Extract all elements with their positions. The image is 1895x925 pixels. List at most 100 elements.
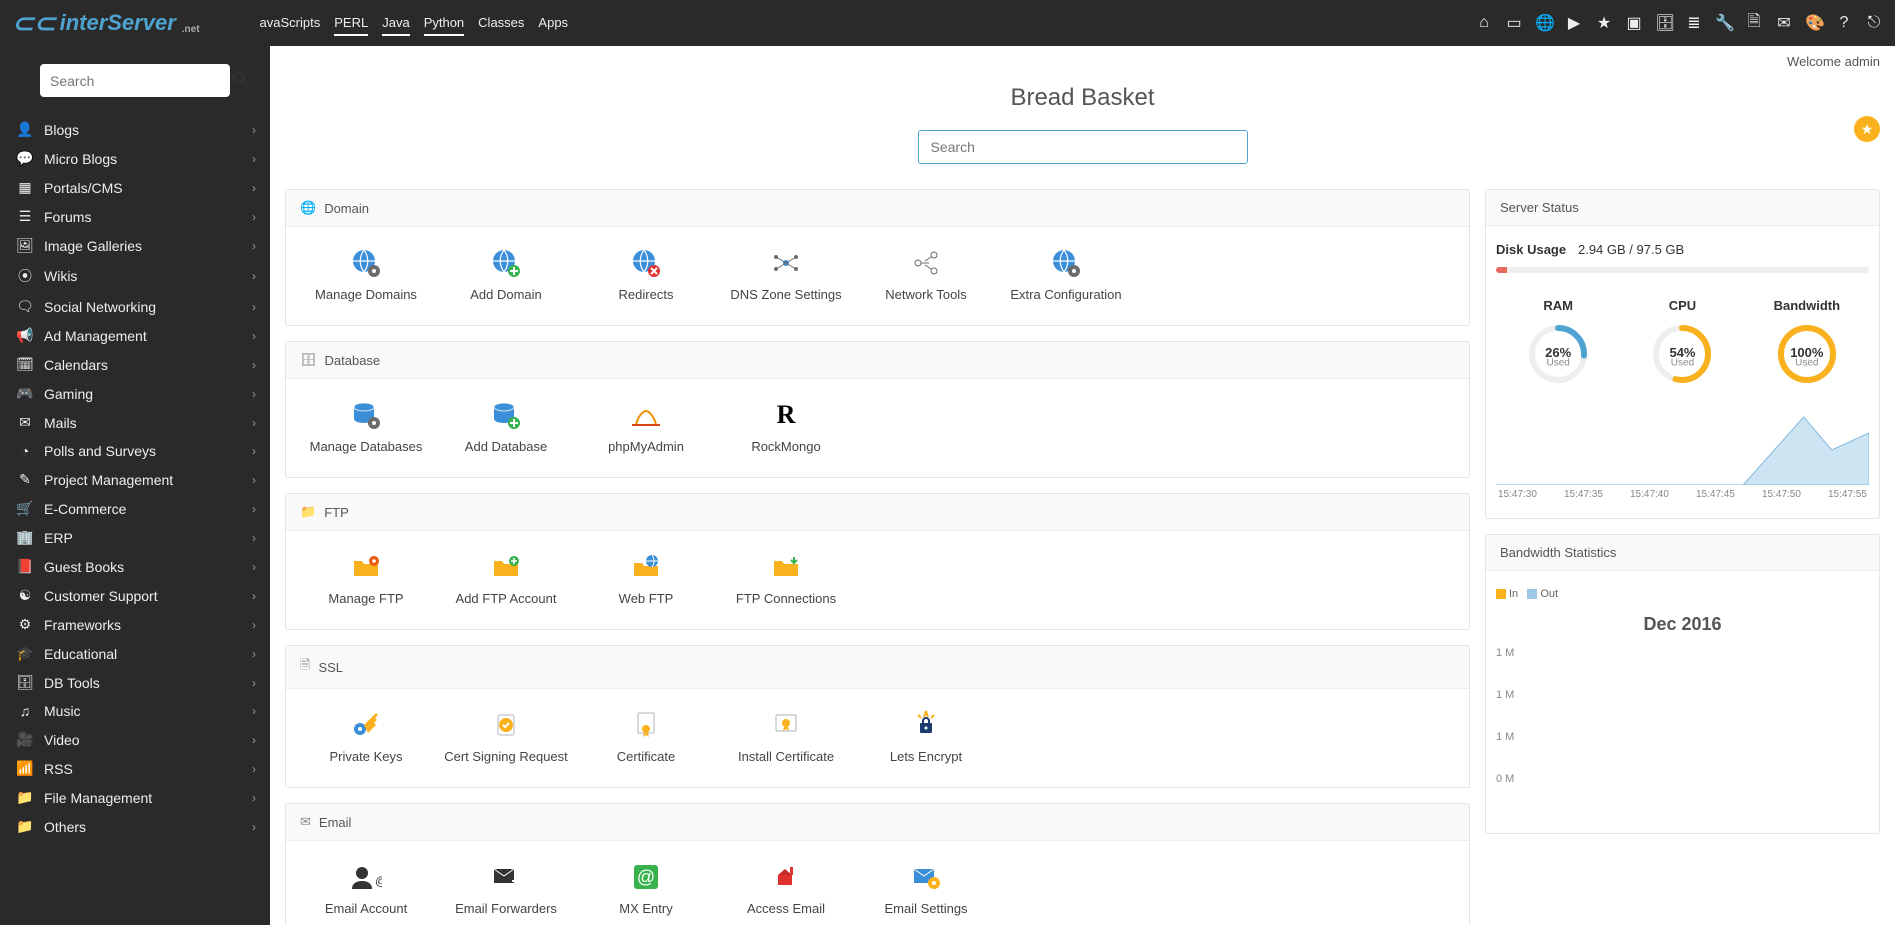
- topnav-avascripts[interactable]: avaScripts: [260, 11, 321, 36]
- section-header: 🌐Domain: [286, 190, 1469, 227]
- sidebar-item-erp[interactable]: 🏢ERP›: [0, 523, 270, 552]
- sidebar-item-label: E-Commerce: [44, 501, 126, 517]
- tile-redirects[interactable]: Redirects: [576, 242, 716, 307]
- rss-icon: 📶: [14, 760, 36, 777]
- tile-manage-databases[interactable]: Manage Databases: [296, 394, 436, 459]
- tile-web-ftp[interactable]: Web FTP: [576, 546, 716, 611]
- tick: 15:47:55: [1828, 489, 1867, 500]
- list-icon[interactable]: ≣: [1685, 13, 1703, 33]
- logout-icon[interactable]: ⎋: [1865, 14, 1883, 32]
- sidebar-item-portals-cms[interactable]: ▦Portals/CMS›: [0, 173, 270, 202]
- topnav-perl[interactable]: PERL: [334, 11, 368, 36]
- section-title: FTP: [324, 505, 349, 520]
- search-icon[interactable]: [231, 70, 249, 91]
- tile-label: Add FTP Account: [441, 591, 571, 606]
- favorite-toggle[interactable]: ★: [1854, 116, 1880, 142]
- sidebar-item-guest-books[interactable]: 📕Guest Books›: [0, 552, 270, 581]
- box-icon[interactable]: ▣: [1625, 13, 1643, 33]
- doc-icon[interactable]: 🗎: [1745, 10, 1763, 37]
- sidebar-item-image-galleries[interactable]: 🖼Image Galleries›: [0, 231, 270, 260]
- sidebar-item-frameworks[interactable]: ⚙Frameworks›: [0, 610, 270, 639]
- video-icon: 🎥: [14, 731, 36, 748]
- tile-lets-encrypt[interactable]: Lets Encrypt: [856, 704, 996, 769]
- tile-email-forwarders[interactable]: Email Forwarders: [436, 856, 576, 921]
- sidebar-item-ad-management[interactable]: 📢Ad Management›: [0, 321, 270, 350]
- tile-rockmongo[interactable]: RRockMongo: [716, 394, 856, 459]
- sidebar-search-input[interactable]: [50, 73, 231, 89]
- gauge-used-label: Used: [1546, 357, 1569, 368]
- sidebar-item-label: Wikis: [44, 268, 77, 284]
- play-icon[interactable]: ▶: [1565, 13, 1583, 33]
- main-search-input[interactable]: [918, 130, 1248, 164]
- sidebar-item-music[interactable]: ♫Music›: [0, 697, 270, 725]
- tile-mx-entry[interactable]: @MX Entry: [576, 856, 716, 921]
- section-ssl: 🗎SSLPrivate KeysCert Signing RequestCert…: [285, 645, 1470, 788]
- sidebar-item-label: Mails: [44, 415, 77, 431]
- tile-label: Manage Databases: [301, 439, 431, 454]
- sidebar-item-forums[interactable]: ☰Forums›: [0, 202, 270, 231]
- palette-icon[interactable]: 🎨: [1805, 13, 1823, 33]
- sidebar-search[interactable]: [40, 64, 230, 97]
- mail-icon[interactable]: ✉: [1775, 13, 1793, 33]
- tile-install-certificate[interactable]: Install Certificate: [716, 704, 856, 769]
- secondary-column: Server Status Disk Usage 2.94 GB / 97.5 …: [1485, 189, 1880, 925]
- sidebar-item-educational[interactable]: 🎓Educational›: [0, 639, 270, 668]
- tile-label: Private Keys: [301, 749, 431, 764]
- cert-icon: [581, 709, 711, 741]
- sidebar-item-rss[interactable]: 📶RSS›: [0, 754, 270, 783]
- globe-x-icon: [581, 247, 711, 279]
- sidebar-item-label: Customer Support: [44, 588, 158, 604]
- brand-logo[interactable]: ⊂⊂interServer.net: [12, 8, 200, 39]
- sidebar-item-gaming[interactable]: 🎮Gaming›: [0, 379, 270, 408]
- sidebar-item-calendars[interactable]: 🗓Calendars›: [0, 350, 270, 379]
- tile-manage-ftp[interactable]: Manage FTP: [296, 546, 436, 611]
- section-title: Database: [325, 353, 381, 368]
- sidebar-item-blogs[interactable]: 👤Blogs›: [0, 115, 270, 144]
- top-nav: avaScripts PERL Java Python Classes Apps: [260, 11, 569, 36]
- sidebar-item-e-commerce[interactable]: 🛒E-Commerce›: [0, 494, 270, 523]
- tile-ftp-connections[interactable]: FTP Connections: [716, 546, 856, 611]
- sidebar-item-project-management[interactable]: ✎Project Management›: [0, 465, 270, 494]
- sidebar-item-social-networking[interactable]: 🗨Social Networking›: [0, 292, 270, 321]
- globe-grid-icon[interactable]: 🌐: [1535, 13, 1553, 33]
- tile-manage-domains[interactable]: Manage Domains: [296, 242, 436, 307]
- archive-icon[interactable]: 🗄: [1655, 13, 1673, 33]
- home-icon[interactable]: ⌂: [1475, 14, 1493, 32]
- topnav-python[interactable]: Python: [424, 11, 464, 36]
- topnav-apps[interactable]: Apps: [538, 11, 568, 36]
- sidebar-item-video[interactable]: 🎥Video›: [0, 725, 270, 754]
- tile-certificate[interactable]: Certificate: [576, 704, 716, 769]
- envelope-icon: ✉: [14, 414, 36, 431]
- sidebar-item-others[interactable]: 📁Others›: [0, 812, 270, 841]
- tile-label: Email Settings: [861, 901, 991, 916]
- sidebar-item-wikis[interactable]: ⦿Wikis›: [0, 260, 270, 292]
- tile-dns-zone-settings[interactable]: DNS Zone Settings: [716, 242, 856, 307]
- tile-add-ftp-account[interactable]: Add FTP Account: [436, 546, 576, 611]
- tile-cert-signing-request[interactable]: Cert Signing Request: [436, 704, 576, 769]
- tile-phpmyadmin[interactable]: phpMyAdmin: [576, 394, 716, 459]
- sidebar-item-micro-blogs[interactable]: 💬Micro Blogs›: [0, 144, 270, 173]
- sidebar-item-polls-and-surveys[interactable]: ◔Polls and Surveys›: [0, 437, 270, 465]
- sidebar-item-mails[interactable]: ✉Mails›: [0, 408, 270, 437]
- tile-email-settings[interactable]: Email Settings: [856, 856, 996, 921]
- chevron-right-icon: ›: [252, 820, 256, 834]
- sidebar-item-file-management[interactable]: 📁File Management›: [0, 783, 270, 812]
- help-icon[interactable]: ?: [1835, 14, 1853, 32]
- tile-add-domain[interactable]: Add Domain: [436, 242, 576, 307]
- topnav-classes[interactable]: Classes: [478, 11, 524, 36]
- wrench-icon[interactable]: 🔧: [1715, 13, 1733, 33]
- tile-access-email[interactable]: Access Email: [716, 856, 856, 921]
- tile-private-keys[interactable]: Private Keys: [296, 704, 436, 769]
- sidebar-item-label: File Management: [44, 790, 152, 806]
- window-icon[interactable]: ▭: [1505, 13, 1523, 33]
- sidebar-item-customer-support[interactable]: ☯Customer Support›: [0, 581, 270, 610]
- tile-add-database[interactable]: Add Database: [436, 394, 576, 459]
- tile-network-tools[interactable]: Network Tools: [856, 242, 996, 307]
- sidebar-item-db-tools[interactable]: 🗄DB Tools›: [0, 668, 270, 697]
- rockmongo-icon: R: [721, 399, 851, 431]
- building-icon: 🏢: [14, 529, 36, 546]
- tile-extra-configuration[interactable]: Extra Configuration: [996, 242, 1136, 307]
- topnav-java[interactable]: Java: [382, 11, 409, 36]
- tile-email-account[interactable]: @Email Account: [296, 856, 436, 921]
- star-icon[interactable]: ★: [1595, 13, 1613, 33]
